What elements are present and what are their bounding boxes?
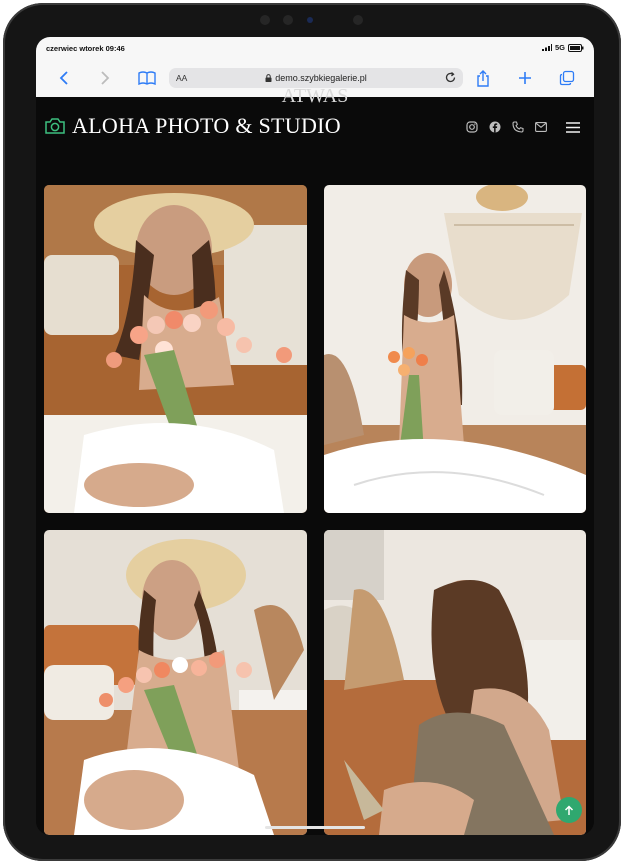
sensor xyxy=(353,15,363,25)
sensor xyxy=(283,15,293,25)
header-actions xyxy=(466,121,580,133)
photo-image xyxy=(44,185,307,513)
arrow-up-icon xyxy=(564,804,574,815)
url-text: demo.szybkiegalerie.pl xyxy=(275,73,367,83)
scroll-to-top-button[interactable] xyxy=(556,797,582,823)
brand-name: ALOHA PHOTO & STUDIO xyxy=(72,113,341,138)
phone-icon[interactable] xyxy=(512,121,524,133)
screen: czerwiec wtorek 09:46 5G AA demo.szybkie xyxy=(36,37,594,835)
front-camera xyxy=(260,15,270,25)
lock-icon xyxy=(265,74,272,82)
section-heading-cutoff: ATWAS xyxy=(281,85,349,107)
network-label: 5G xyxy=(554,43,565,52)
photo-woman-hat-tulips-2[interactable] xyxy=(44,530,307,835)
photo-woman-macrame-tulips[interactable] xyxy=(324,185,586,513)
website: ATWAS ALOHA PHOTO & STUDIO xyxy=(36,85,594,835)
mail-icon[interactable] xyxy=(535,122,547,132)
ipad-frame: czerwiec wtorek 09:46 5G AA demo.szybkie xyxy=(3,3,621,861)
photo-woman-hat-tulips-1[interactable] xyxy=(44,185,307,513)
photo-woman-sweater-smiling[interactable] xyxy=(324,530,586,835)
url-display[interactable]: demo.szybkiegalerie.pl xyxy=(169,73,463,83)
status-time: czerwiec wtorek 09:46 xyxy=(46,44,125,53)
status-bar: czerwiec wtorek 09:46 5G xyxy=(36,37,594,59)
site-brand[interactable]: ALOHA PHOTO & STUDIO xyxy=(44,113,341,139)
photo-image xyxy=(324,530,586,835)
facebook-icon[interactable] xyxy=(489,121,501,133)
status-indicators: 5G xyxy=(541,43,584,52)
photo-image xyxy=(44,530,307,835)
photo-image xyxy=(324,185,586,513)
instagram-icon[interactable] xyxy=(466,121,478,133)
battery-icon xyxy=(568,43,584,52)
signal-icon xyxy=(541,44,552,51)
menu-icon[interactable] xyxy=(566,121,580,133)
home-indicator xyxy=(265,826,365,829)
sensor-indicator xyxy=(307,17,313,23)
camera-icon xyxy=(45,118,65,134)
